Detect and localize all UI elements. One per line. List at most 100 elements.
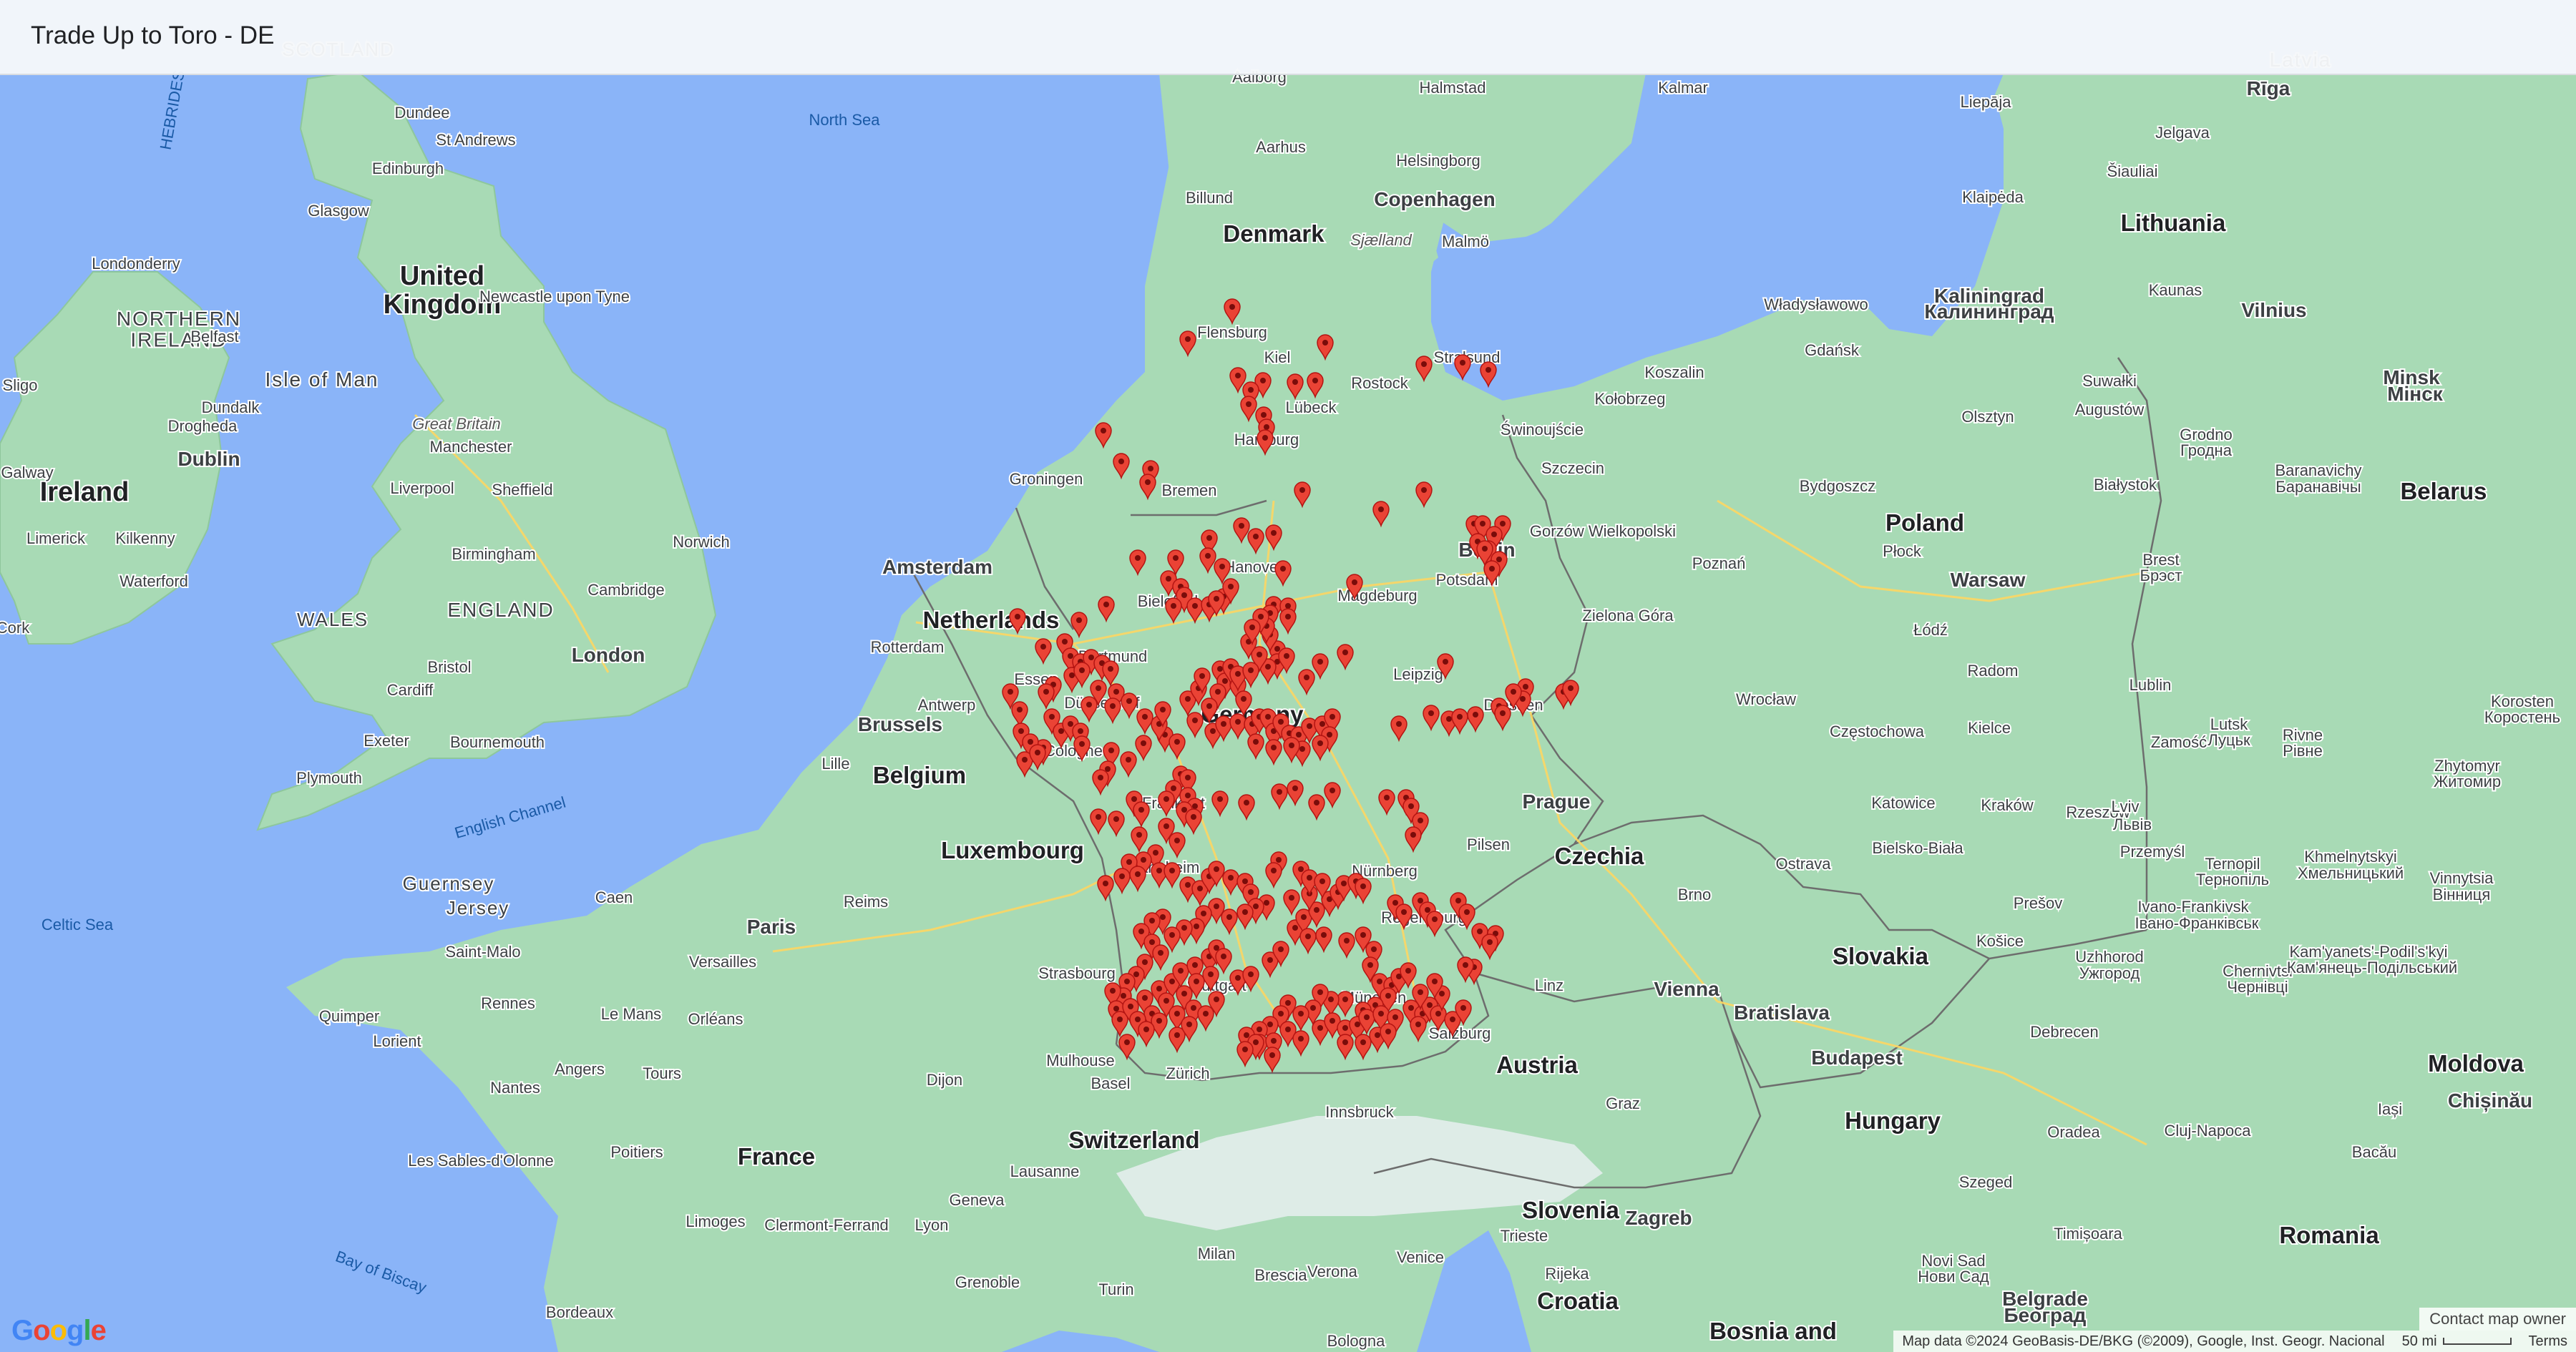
city-label: Liepāja xyxy=(1961,93,2012,111)
city-label: Płock xyxy=(1883,542,1922,560)
city-label: Paris xyxy=(747,916,796,938)
city-label: Bielsko-Biała xyxy=(1872,839,1963,857)
country-label-hungary: Hungary xyxy=(1845,1107,1941,1134)
country-label-poland: Poland xyxy=(1885,509,1964,536)
country-label-england: ENGLAND xyxy=(447,599,554,621)
city-label: Nantes xyxy=(490,1079,540,1097)
country-label-austria: Austria xyxy=(1496,1052,1578,1078)
city-label: Drogheda xyxy=(168,417,238,435)
city-label: Cluj-Napoca xyxy=(2164,1122,2251,1140)
scale-control[interactable]: 50 mi xyxy=(2394,1333,2520,1350)
city-label: Olsztyn xyxy=(1961,408,2014,426)
city-label: Kraków xyxy=(1981,796,2033,814)
city-label: Баранавічы xyxy=(2275,478,2361,496)
city-label: Bologna xyxy=(1327,1332,1386,1350)
city-label: Vienna xyxy=(1654,978,1719,1000)
city-label: Władysławowo xyxy=(1764,295,1868,313)
city-label: Częstochowa xyxy=(1830,722,1925,740)
city-label: Katowice xyxy=(1871,794,1935,812)
city-label: Versailles xyxy=(689,953,756,971)
country-label-isle-of-man: Isle of Man xyxy=(265,368,379,391)
city-label: Львів xyxy=(2113,815,2152,833)
city-label: Wrocław xyxy=(1736,690,1796,708)
city-label: Хмельницький xyxy=(2298,864,2404,882)
city-label: Tours xyxy=(643,1064,681,1082)
city-label: Чернівці xyxy=(2227,978,2288,996)
city-label: Lyon xyxy=(915,1216,949,1234)
city-label: Budapest xyxy=(1811,1047,1903,1069)
city-label: Vinnytsia xyxy=(2430,869,2494,887)
country-label-guernsey: Guernsey xyxy=(403,873,495,894)
city-label: Augustów xyxy=(2075,401,2145,418)
city-label: Limoges xyxy=(686,1213,745,1230)
sea-label: North Sea xyxy=(809,111,880,129)
city-label: Leipzig xyxy=(1393,665,1443,683)
city-label: Koszalin xyxy=(1644,363,1704,381)
city-label: Clermont-Ferrand xyxy=(764,1216,889,1234)
city-label: Ужгород xyxy=(2079,964,2140,982)
country-label-bosnia: Bosnia and xyxy=(1709,1318,1837,1344)
city-label: Bratislava xyxy=(1734,1001,1830,1024)
city-label: Angers xyxy=(555,1060,605,1078)
attribution-bar: Map data ©2024 GeoBasis-DE/BKG (©2009), … xyxy=(1893,1331,2576,1352)
city-label: Saint-Malo xyxy=(445,943,520,961)
city-label: Warsaw xyxy=(1951,569,2026,591)
city-label: Гродна xyxy=(2180,441,2233,459)
city-label: Kilkenny xyxy=(115,529,175,547)
city-label: Chișinău xyxy=(2448,1089,2532,1112)
city-label: Pilsen xyxy=(1467,836,1510,853)
terms-link[interactable]: Terms xyxy=(2520,1333,2576,1350)
city-label: Turin xyxy=(1098,1280,1133,1298)
city-label: Khmelnytskyi xyxy=(2304,848,2397,866)
city-label: Cologne xyxy=(1044,742,1103,760)
city-label: Malmö xyxy=(1442,232,1489,250)
city-label: Geneva xyxy=(949,1191,1005,1209)
country-label-czechia: Czechia xyxy=(1555,843,1644,869)
city-label: Graz xyxy=(1606,1094,1640,1112)
city-label: Basel xyxy=(1091,1074,1130,1092)
city-label: Hanover xyxy=(1224,558,1283,576)
city-label: Radom xyxy=(1968,662,2019,680)
country-label-lithuania: Lithuania xyxy=(2121,210,2226,236)
country-label-slovakia: Slovakia xyxy=(1833,943,1929,969)
city-label: Кам'янець-Подільський xyxy=(2287,959,2457,976)
city-label: Брэст xyxy=(2140,567,2182,584)
city-label: Brescia xyxy=(1254,1266,1307,1284)
city-label: Lübeck xyxy=(1286,398,1337,416)
city-label: Dijon xyxy=(927,1071,962,1089)
city-label: Limerick xyxy=(26,529,86,547)
city-label: Reims xyxy=(844,893,888,911)
city-label: Timișoara xyxy=(2054,1225,2123,1243)
city-label: Gdańsk xyxy=(1805,341,1860,359)
country-label-jersey: Jersey xyxy=(447,897,510,919)
contact-map-owner-link[interactable]: Contact map owner xyxy=(2419,1308,2576,1331)
city-label: Baranavichy xyxy=(2275,461,2361,479)
scale-label: 50 mi xyxy=(2401,1333,2437,1349)
country-label-united-kingdom: United xyxy=(400,261,484,291)
city-label: Šiauliai xyxy=(2107,162,2158,180)
city-label: Galway xyxy=(1,464,53,481)
city-label: Uzhhorod xyxy=(2075,948,2143,966)
map-data-attribution: Map data ©2024 GeoBasis-DE/BKG (©2009), … xyxy=(1902,1333,2385,1349)
city-label: Нови Сад xyxy=(1918,1268,1989,1285)
city-label: Lublin xyxy=(2129,676,2172,694)
city-label: Caen xyxy=(595,888,633,906)
country-label-croatia: Croatia xyxy=(1537,1288,1619,1314)
country-label-belgium: Belgium xyxy=(873,762,966,788)
city-label: Norwich xyxy=(673,533,729,551)
city-label: Iași xyxy=(2378,1100,2402,1118)
city-label: Ivano-Frankivsk xyxy=(2137,898,2249,916)
city-label: Manchester xyxy=(430,438,512,456)
city-label: Glasgow xyxy=(308,202,369,220)
city-label: London xyxy=(572,644,645,666)
city-label: Szczecin xyxy=(1541,459,1604,477)
city-label: Poznań xyxy=(1692,554,1746,572)
city-label: Flensburg xyxy=(1197,323,1267,341)
map-canvas[interactable]: UnitedKingdomIrelandNORTHERNIRELANDDenma… xyxy=(0,0,2576,1352)
city-label: Aarhus xyxy=(1256,138,1306,156)
city-label: Житомир xyxy=(2434,773,2501,790)
city-label: Poitiers xyxy=(610,1143,663,1161)
city-label: Łódź xyxy=(1913,621,1948,639)
city-label: Świnoujście xyxy=(1501,421,1584,439)
city-label: Sjælland xyxy=(1350,231,1412,249)
